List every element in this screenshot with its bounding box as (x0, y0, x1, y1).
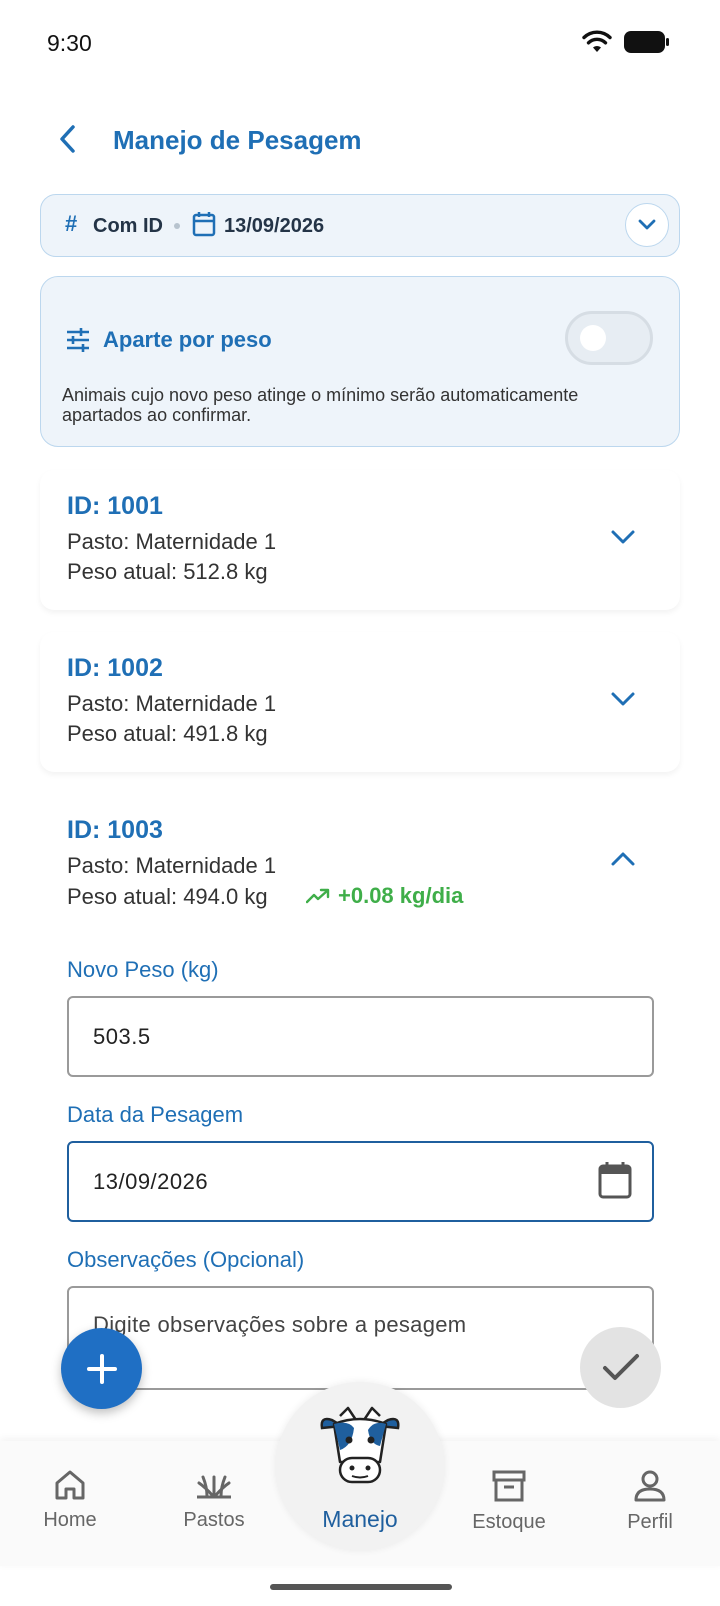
animal-peso: Peso atual: 494.0 kg (67, 884, 268, 909)
nav-home-label: Home (43, 1509, 97, 1531)
back-button[interactable] (48, 119, 88, 159)
add-button[interactable] (61, 1328, 142, 1409)
nav-estoque-label: Estoque (472, 1511, 546, 1533)
separator-dot (174, 223, 180, 229)
nav-perfil[interactable]: Perfil (590, 1469, 710, 1534)
weight-gain-value: +0.08 kg/dia (338, 883, 464, 908)
animal-pasto: Pasto: Maternidade 1 (67, 853, 277, 878)
data-pesagem-value: 13/09/2026 (93, 1169, 209, 1194)
novo-peso-input[interactable]: 503.5 (67, 996, 654, 1077)
home-indicator (270, 1584, 452, 1590)
chevron-down-icon (638, 219, 656, 230)
filter-mode: Com ID (93, 215, 163, 237)
calendar-icon[interactable] (598, 1161, 632, 1199)
weight-gain: +0.08 kg/dia (306, 883, 463, 909)
filter-expand-button[interactable] (625, 203, 669, 247)
chevron-down-icon (611, 692, 635, 706)
battery-icon (624, 31, 669, 53)
status-bar: 9:30 (0, 0, 720, 86)
hash-icon: # (65, 211, 78, 236)
expand-button[interactable] (608, 684, 638, 714)
plus-icon (86, 1353, 117, 1384)
chevron-left-icon (60, 125, 75, 153)
novo-peso-value: 503.5 (93, 1024, 151, 1049)
nav-home[interactable]: Home (10, 1469, 130, 1532)
observacoes-label: Observações (Opcional) (67, 1247, 305, 1272)
calendar-icon (192, 212, 216, 237)
cow-icon (320, 1406, 400, 1484)
nav-manejo[interactable]: Manejo (276, 1382, 444, 1550)
expand-button[interactable] (608, 522, 638, 552)
aparte-toggle[interactable] (565, 311, 653, 365)
nav-perfil-label: Perfil (627, 1511, 673, 1533)
animal-card-1001[interactable]: ID: 1001 Pasto: Maternidade 1 Peso atual… (40, 470, 680, 610)
filter-date: 13/09/2026 (224, 215, 325, 237)
status-icons (582, 30, 670, 54)
status-time: 9:30 (47, 30, 92, 56)
tune-icon (67, 328, 89, 352)
aparte-description: Animais cujo novo peso atinge o mínimo s… (62, 385, 579, 425)
observacoes-input[interactable]: Digite observações sobre a pesagem (67, 1286, 654, 1390)
data-pesagem-label: Data da Pesagem (67, 1102, 244, 1127)
nav-manejo-label: Manejo (322, 1506, 398, 1532)
data-pesagem-input[interactable]: 13/09/2026 (67, 1141, 654, 1222)
nav-pastos[interactable]: Pastos (154, 1469, 274, 1532)
observacoes-placeholder: Digite observações sobre a pesagem (93, 1312, 467, 1337)
animal-card-1003[interactable]: ID: 1003 Pasto: Maternidade 1 Peso atual… (40, 794, 680, 909)
collapse-button[interactable] (608, 844, 638, 874)
animal-card-1002[interactable]: ID: 1002 Pasto: Maternidade 1 Peso atual… (40, 632, 680, 772)
animal-peso: Peso atual: 512.8 kg (67, 559, 268, 584)
animal-pasto: Pasto: Maternidade 1 (67, 691, 277, 716)
toggle-knob (580, 325, 606, 351)
animal-pasto: Pasto: Maternidade 1 (67, 529, 277, 554)
home-icon (55, 1470, 85, 1500)
animal-id: ID: 1002 (67, 654, 163, 682)
confirm-button[interactable] (580, 1327, 661, 1408)
animal-id: ID: 1003 (67, 816, 163, 844)
aparte-card: Aparte por peso Animais cujo novo peso a… (40, 276, 680, 447)
animal-peso: Peso atual: 491.8 kg (67, 721, 268, 746)
animal-id: ID: 1001 (67, 492, 163, 520)
archive-icon (492, 1470, 526, 1502)
chevron-up-icon (611, 852, 635, 866)
novo-peso-label: Novo Peso (kg) (67, 957, 219, 982)
person-icon (634, 1470, 666, 1502)
filter-bar[interactable]: # Com ID 13/09/2026 (40, 194, 680, 257)
chevron-down-icon (611, 530, 635, 544)
wifi-icon (582, 30, 612, 52)
grass-icon (197, 1475, 231, 1499)
page-title: Manejo de Pesagem (113, 125, 362, 155)
page-header: Manejo de Pesagem (0, 105, 720, 175)
nav-estoque[interactable]: Estoque (449, 1469, 569, 1534)
check-icon (602, 1353, 639, 1380)
trending-up-icon (306, 888, 330, 904)
nav-pastos-label: Pastos (183, 1509, 245, 1531)
aparte-title: Aparte por peso (103, 327, 272, 352)
